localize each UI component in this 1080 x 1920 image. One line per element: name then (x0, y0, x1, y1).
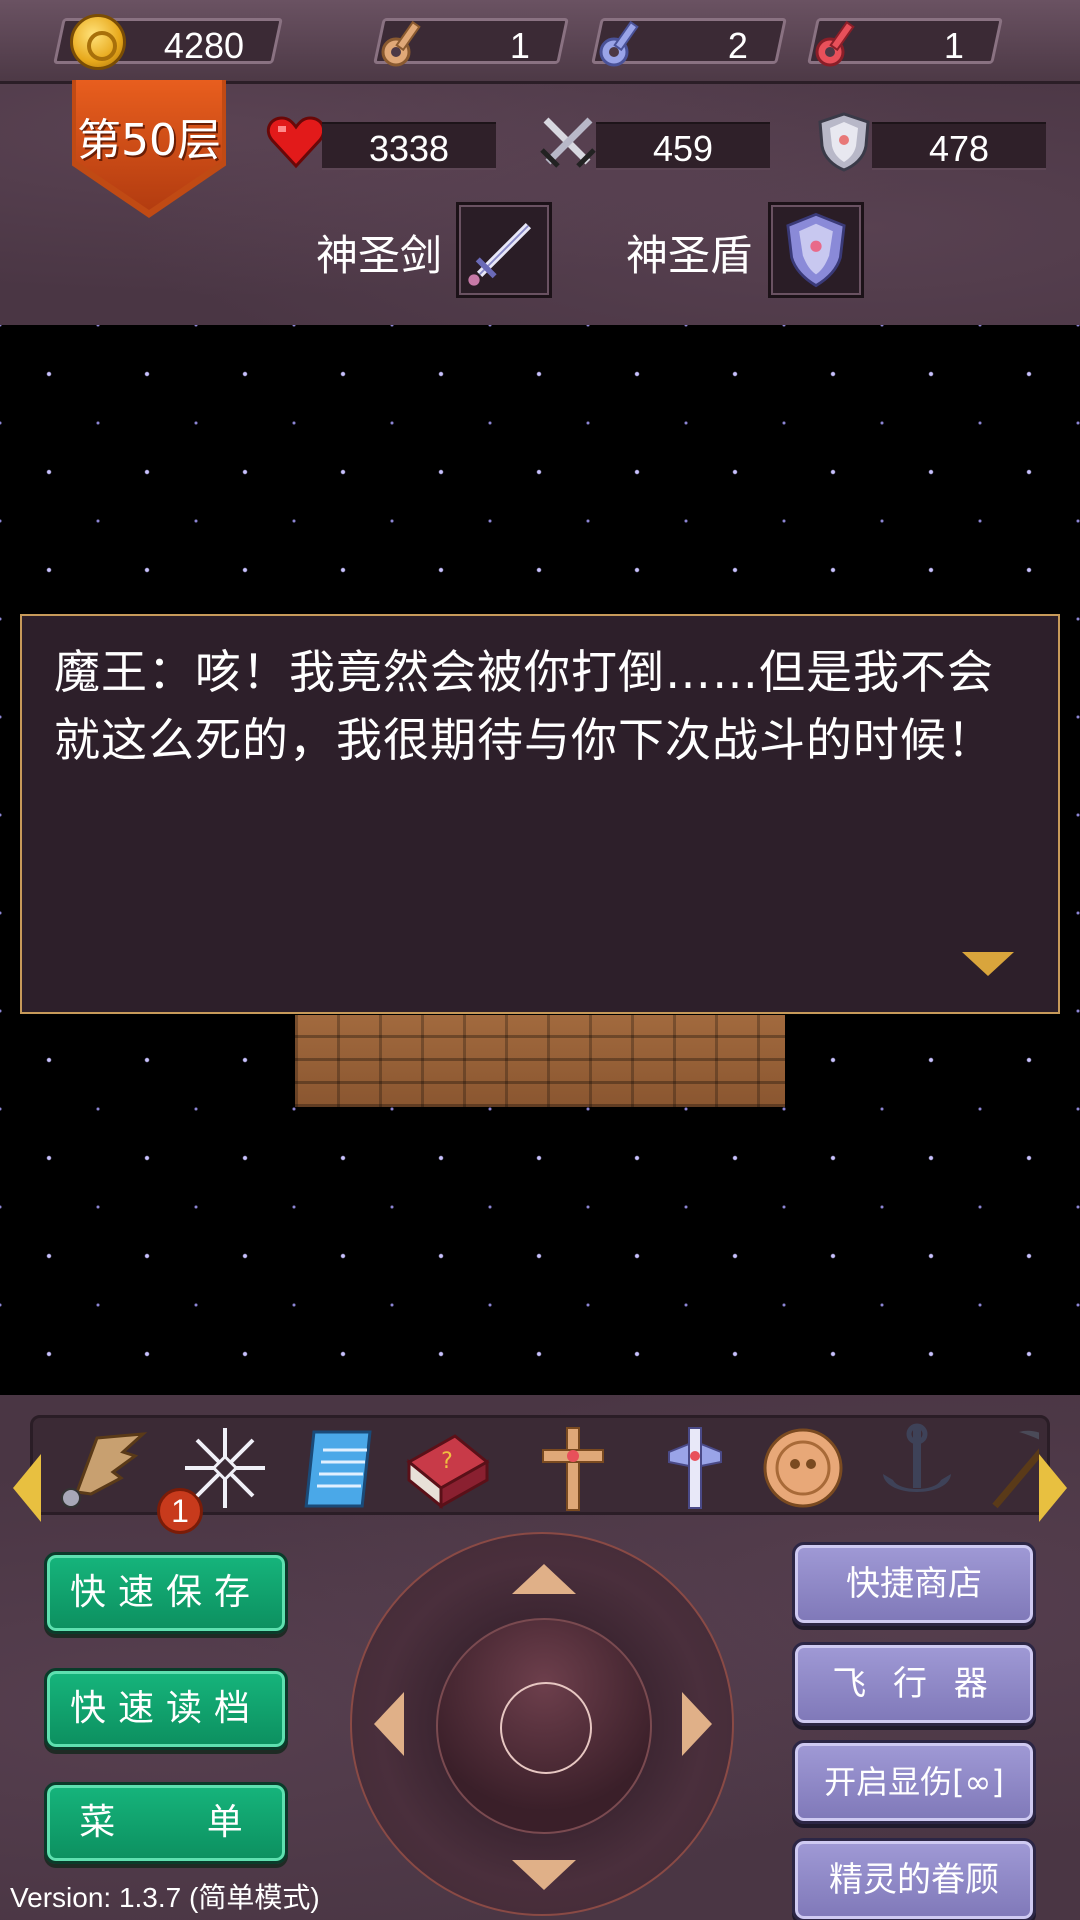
item-monster-book[interactable]: ? (399, 1422, 495, 1514)
shield-icon (818, 112, 870, 172)
menu-button[interactable]: 菜 单 (44, 1782, 288, 1864)
item-anchor[interactable] (869, 1422, 965, 1514)
gold-coin-icon (70, 14, 126, 70)
heart-icon (266, 116, 326, 169)
wing-scroll-icon (61, 1432, 148, 1508)
notepad-icon (304, 1430, 372, 1508)
red-key-value: 1 (943, 25, 964, 66)
crossed-swords-icon (540, 117, 596, 168)
cross-icon (542, 1427, 604, 1511)
resource-bar: 4280 1 2 1 (0, 0, 1080, 84)
dpad-inner-ring (436, 1618, 652, 1834)
holy-sword-icon (468, 222, 532, 286)
holy-shield-icon (786, 212, 846, 288)
dialog-text: 魔王：咳！我竟然会被你打倒……但是我不会就这么死的，我很期待与你下次战斗的时候！ (54, 645, 994, 767)
damage-display-button[interactable]: 开启显伤[∞] (792, 1740, 1036, 1824)
dpad-up-icon[interactable] (512, 1564, 576, 1594)
yellow-key-icon (381, 20, 421, 67)
anchor-icon (883, 1423, 951, 1492)
item-notepad[interactable] (297, 1422, 393, 1514)
item-lucky-coin[interactable] (755, 1422, 851, 1514)
dpad-right-icon[interactable] (682, 1692, 712, 1756)
gold-value: 4280 (163, 25, 244, 66)
dialog-box[interactable]: 魔王：咳！我竟然会被你打倒……但是我不会就这么死的，我很期待与你下次战斗的时候！ (20, 614, 1060, 1014)
fly-button[interactable]: 飞 行 器 (792, 1642, 1036, 1726)
quick-save-button[interactable]: 快速保存 (44, 1552, 288, 1634)
dpad-down-icon[interactable] (512, 1860, 576, 1890)
question-book-icon: ? (406, 1434, 490, 1510)
direction-pad[interactable] (350, 1532, 734, 1916)
item-wing[interactable] (57, 1422, 153, 1514)
attack-value: 459 (652, 128, 714, 169)
weapon-slot[interactable] (456, 202, 552, 298)
shield-slot[interactable] (768, 202, 864, 298)
weapon-name: 神圣剑 (316, 231, 443, 280)
item-cross[interactable] (525, 1422, 621, 1514)
item-holy-sword[interactable] (647, 1422, 743, 1514)
item-scroll-right-icon[interactable] (1039, 1454, 1067, 1522)
attack-box: 459 (596, 122, 770, 170)
snowflake-icon (185, 1428, 265, 1508)
item-snowflake[interactable] (177, 1422, 273, 1514)
defense-box: 478 (872, 122, 1046, 170)
pickaxe-icon (992, 1430, 1039, 1509)
sword-emblem-icon (668, 1427, 722, 1509)
item-bar: 1 ? (13, 1415, 1067, 1534)
red-key-icon (815, 20, 855, 67)
svg-text:?: ? (441, 1449, 453, 1474)
blue-key-icon (599, 20, 639, 67)
blue-key-value: 2 (727, 25, 748, 66)
fairy-blessing-button[interactable]: 精灵的眷顾 (792, 1838, 1036, 1920)
status-hud: 4280 1 2 1 第50层 3338 459 478 神圣剑 神圣盾 (0, 0, 1080, 325)
hp-value: 3338 (368, 128, 450, 169)
floor-tiles (295, 1015, 785, 1107)
quick-shop-button[interactable]: 快捷商店 (792, 1542, 1036, 1626)
yellow-key-value: 1 (509, 25, 530, 66)
floor-label: 第50层 (77, 115, 221, 166)
item-scroll-left-icon[interactable] (13, 1454, 41, 1522)
quick-load-button[interactable]: 快速读档 (44, 1668, 288, 1750)
shield-name: 神圣盾 (626, 231, 753, 280)
version-label: Version: 1.3.7 (简单模式) (10, 1882, 320, 1913)
lucky-coin-icon (763, 1428, 843, 1508)
dialog-continue-arrow-icon[interactable] (962, 952, 1014, 976)
item-pickaxe[interactable] (979, 1422, 1039, 1514)
defense-value: 478 (928, 128, 990, 169)
dpad-center-button[interactable] (500, 1682, 592, 1774)
hp-box: 3338 (322, 122, 496, 170)
dpad-left-icon[interactable] (374, 1692, 404, 1756)
